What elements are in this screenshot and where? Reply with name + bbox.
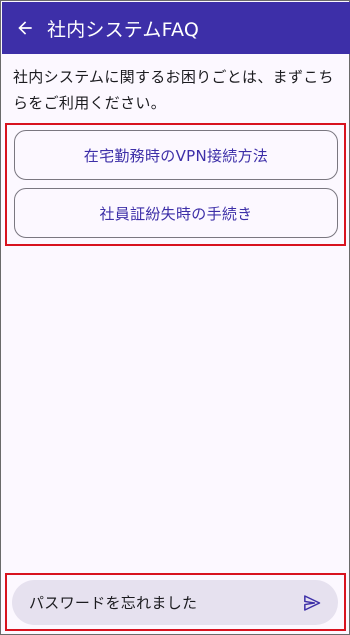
- send-button[interactable]: [292, 580, 332, 625]
- faq-vpn-button[interactable]: 在宅勤務時のVPN接続方法: [14, 130, 338, 180]
- message-input-bar[interactable]: パスワードを忘れました: [12, 580, 338, 625]
- app-screen: 社内システムFAQ 社内システムに関するお困りごとは、まずこちらをご利用ください…: [0, 0, 350, 635]
- arrow-left-icon: [18, 21, 32, 35]
- top-app-bar: 社内システムFAQ: [2, 2, 350, 54]
- intro-message: 社内システムに関するお困りごとは、まずこちらをご利用ください。: [13, 68, 334, 112]
- back-button[interactable]: [3, 2, 47, 54]
- page-title: 社内システムFAQ: [47, 18, 200, 41]
- faq-lost-id-card-button[interactable]: 社員証紛失時の手続き: [14, 188, 338, 238]
- message-input[interactable]: パスワードを忘れました: [12, 592, 292, 613]
- send-icon: [304, 594, 321, 611]
